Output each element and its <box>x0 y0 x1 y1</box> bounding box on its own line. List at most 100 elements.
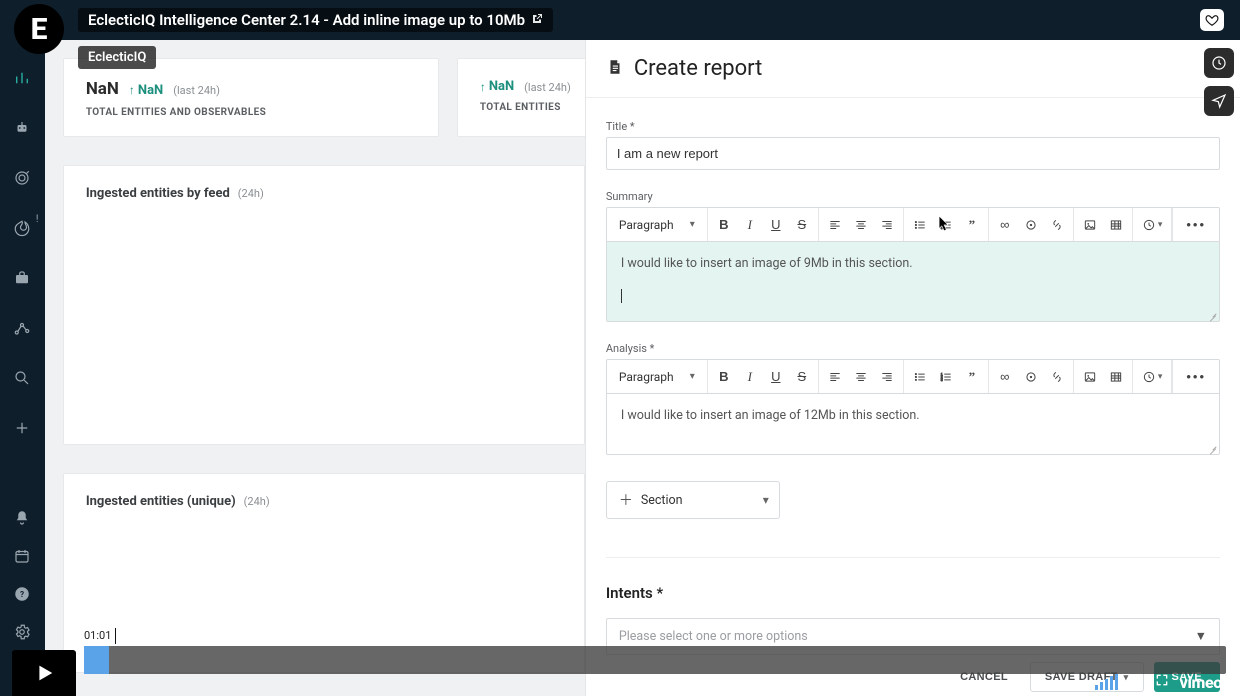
history-button[interactable]: ▾ <box>1137 209 1168 241</box>
nav-briefcase-icon[interactable] <box>12 268 32 288</box>
align-center-button[interactable] <box>849 361 873 393</box>
chevron-down-icon: ▾ <box>763 493 769 507</box>
block-style-select[interactable]: Paragraph▾ <box>611 361 703 393</box>
resize-handle-icon[interactable] <box>1207 442 1217 452</box>
panel-title-text: Ingested entities by feed <box>86 186 230 201</box>
progress-bar[interactable] <box>84 646 1226 674</box>
image-button[interactable] <box>1078 209 1102 241</box>
table-button[interactable] <box>1104 361 1128 393</box>
nav-fire-icon[interactable]: ! <box>12 218 32 238</box>
panel-title-text: Ingested entities (unique) <box>86 494 236 509</box>
more-button[interactable]: ••• <box>1181 209 1211 241</box>
video-timestamp: 01:01 <box>84 628 116 644</box>
play-button[interactable] <box>12 650 76 696</box>
infinity-button[interactable]: ∞ <box>993 361 1017 393</box>
stat-label: TOTAL ENTITIES AND OBSERVABLES <box>86 107 416 118</box>
summary-label: Summary <box>606 190 1220 203</box>
clock-widget[interactable] <box>1204 48 1234 78</box>
video-title-bar: EclecticIQ Intelligence Center 2.14 - Ad… <box>0 0 1240 40</box>
analysis-toolbar: Paragraph▾ B I U S <box>606 359 1220 393</box>
summary-toolbar: Paragraph▾ B I U S <box>606 207 1220 241</box>
nav-add-icon[interactable] <box>12 418 32 438</box>
add-section-button[interactable]: ＋ Section ▾ <box>606 481 780 519</box>
send-widget[interactable] <box>1204 86 1234 116</box>
external-link-icon <box>531 13 543 28</box>
video-controls: 01:01 vimeo <box>0 646 1240 696</box>
nav-settings-icon[interactable] <box>12 622 32 642</box>
nav-target-icon[interactable] <box>12 168 32 188</box>
app-content: NaN ↑NaN (last 24h) TOTAL ENTITIES AND O… <box>45 40 1240 696</box>
panel-ingested-unique: Ingested entities (unique) (24h) <box>63 473 585 673</box>
plus-icon: ＋ <box>619 490 633 510</box>
chevron-down-icon: ▾ <box>690 219 695 230</box>
align-center-button[interactable] <box>849 209 873 241</box>
intents-heading: Intents * <box>606 557 1220 602</box>
fullscreen-icon[interactable] <box>1154 672 1170 692</box>
align-right-button[interactable] <box>875 361 899 393</box>
nav-graph-icon[interactable] <box>12 318 32 338</box>
nav-dashboard-icon[interactable] <box>12 68 32 88</box>
nav-search-icon[interactable] <box>12 368 32 388</box>
bold-button[interactable]: B <box>712 209 736 241</box>
strike-button[interactable]: S <box>790 209 814 241</box>
progress-fill <box>84 646 109 674</box>
svg-text:?: ? <box>20 590 24 600</box>
stat-value: NaN <box>86 79 119 99</box>
stat-period: (last 24h) <box>173 84 220 97</box>
list-ul-button[interactable] <box>908 361 932 393</box>
nav-calendar-icon[interactable] <box>12 546 32 566</box>
target-button[interactable] <box>1019 209 1043 241</box>
more-button[interactable]: ••• <box>1181 361 1211 393</box>
bold-button[interactable]: B <box>712 361 736 393</box>
quote-button[interactable]: ” <box>960 209 984 241</box>
block-style-select[interactable]: Paragraph▾ <box>611 209 703 241</box>
vimeo-logo[interactable]: vimeo <box>1180 673 1222 692</box>
arrow-up-icon: ↑ <box>129 83 135 97</box>
stat-card-entities-observables: NaN ↑NaN (last 24h) TOTAL ENTITIES AND O… <box>63 58 439 137</box>
like-button[interactable] <box>1200 9 1224 31</box>
panel-period: (24h) <box>244 495 270 508</box>
resize-handle-icon[interactable] <box>1207 309 1217 319</box>
nav-help-icon[interactable]: ? <box>12 584 32 604</box>
svg-text:3: 3 <box>941 378 943 382</box>
dashboard-column: NaN ↑NaN (last 24h) TOTAL ENTITIES AND O… <box>45 40 585 696</box>
analysis-editor[interactable]: I would like to insert an image of 12Mb … <box>606 393 1220 455</box>
analysis-text: I would like to insert an image of 12Mb … <box>621 408 920 423</box>
title-label: Title * <box>606 120 1220 133</box>
list-ul-button[interactable] <box>908 209 932 241</box>
panel-ingested-by-feed: Ingested entities by feed (24h) <box>63 165 585 445</box>
video-author[interactable]: EclecticIQ <box>78 46 156 69</box>
volume-control[interactable] <box>1095 674 1118 690</box>
align-right-button[interactable] <box>875 209 899 241</box>
nav-bell-icon[interactable] <box>12 508 32 528</box>
align-left-button[interactable] <box>823 209 847 241</box>
nav-robot-icon[interactable] <box>12 118 32 138</box>
link-button[interactable] <box>1045 209 1069 241</box>
align-left-button[interactable] <box>823 361 847 393</box>
list-ol-button[interactable]: 123 <box>934 361 958 393</box>
table-button[interactable] <box>1104 209 1128 241</box>
stat-delta: ↑NaN <box>480 79 514 94</box>
stat-delta: ↑NaN <box>129 83 163 98</box>
video-title[interactable]: EclecticIQ Intelligence Center 2.14 - Ad… <box>78 8 553 32</box>
stat-label: TOTAL ENTITIES <box>480 102 585 113</box>
infinity-button[interactable]: ∞ <box>993 209 1017 241</box>
brand-logo: E <box>14 4 64 54</box>
underline-button[interactable]: U <box>764 209 788 241</box>
italic-button[interactable]: I <box>738 361 762 393</box>
history-button[interactable]: ▾ <box>1137 361 1168 393</box>
video-title-text: EclecticIQ Intelligence Center 2.14 - Ad… <box>88 11 525 29</box>
title-input[interactable] <box>606 137 1220 170</box>
image-button[interactable] <box>1078 361 1102 393</box>
chevron-down-icon: ▾ <box>1158 371 1163 382</box>
settings-icon[interactable] <box>1128 672 1144 692</box>
analysis-label: Analysis * <box>606 342 1220 355</box>
strike-button[interactable]: S <box>790 361 814 393</box>
underline-button[interactable]: U <box>764 361 788 393</box>
panel-period: (24h) <box>238 187 264 200</box>
target-button[interactable] <box>1019 361 1043 393</box>
summary-editor[interactable]: I would like to insert an image of 9Mb i… <box>606 241 1220 322</box>
italic-button[interactable]: I <box>738 209 762 241</box>
quote-button[interactable]: ” <box>960 361 984 393</box>
link-button[interactable] <box>1045 361 1069 393</box>
